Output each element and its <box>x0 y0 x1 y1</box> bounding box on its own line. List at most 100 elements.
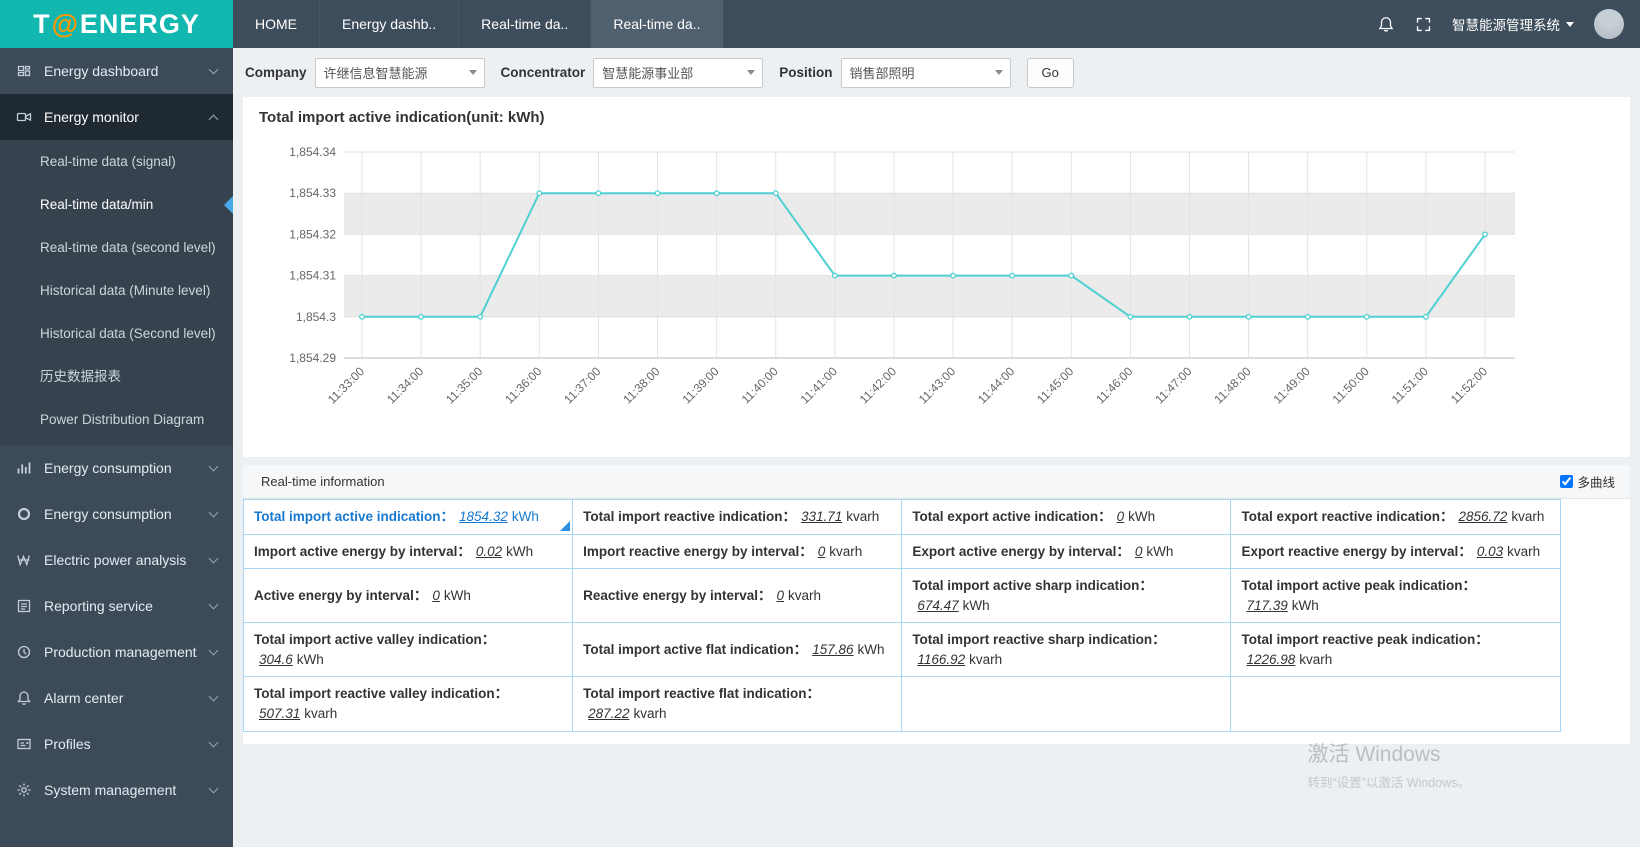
sidebar-item-energy-dashboard[interactable]: Energy dashboard <box>0 48 233 94</box>
sidebar-item-energy-consumption[interactable]: Energy consumption <box>0 491 233 537</box>
metric-cell-total-import-active-sharp-indication[interactable]: Total import active sharp indication： 674… <box>901 568 1232 624</box>
tab-0-home[interactable]: HOME <box>233 0 320 48</box>
metric-cell-total-import-active-flat-indication[interactable]: Total import active flat indication： 157.… <box>572 622 903 678</box>
metric-cell-import-reactive-energy-by-interval[interactable]: Import reactive energy by interval： 0 kvar… <box>572 533 903 570</box>
sidebar-subitem-real-time-data-second-level[interactable]: Real-time data (second level) <box>0 226 233 269</box>
chart-card: Total import active indication(unit: kWh… <box>243 97 1630 457</box>
metric-cell-total-import-reactive-indication[interactable]: Total import reactive indication： 331.71 k… <box>572 499 903 535</box>
sidebar-subitem-label: Historical data (Second level) <box>40 326 216 341</box>
sidebar-item-production-management[interactable]: Production management <box>0 629 233 675</box>
multi-curve-checkbox[interactable] <box>1560 475 1574 488</box>
metric-value[interactable]: 0 <box>1135 544 1143 559</box>
metric-unit: kvarh <box>969 651 1003 667</box>
metric-cell-import-active-energy-by-interval[interactable]: Import active energy by interval： 0.02 kWh <box>242 533 574 570</box>
realtime-table: Total import active indication： 1854.32 kW… <box>242 499 1561 732</box>
avatar[interactable] <box>1594 9 1624 39</box>
metric-value[interactable]: 0 <box>818 544 826 559</box>
realtime-info-card: Real-time information 多曲线 Total import a… <box>242 465 1630 744</box>
sidebar-subitem-power-distribution-diagram[interactable]: Power Distribution Diagram <box>0 398 233 441</box>
svg-text:11:44:00: 11:44:00 <box>975 364 1018 407</box>
fullscreen-icon[interactable] <box>1415 16 1432 33</box>
metric-unit: kvarh <box>1511 509 1545 524</box>
bell-icon[interactable] <box>1377 15 1395 33</box>
metric-cell-total-import-reactive-valley-indication[interactable]: Total import reactive valley indication：… <box>242 676 574 732</box>
metric-cell-total-import-active-indication[interactable]: Total import active indication： 1854.32 kW… <box>242 499 574 535</box>
svg-text:11:43:00: 11:43:00 <box>916 364 959 407</box>
metric-label: Export active energy by interval： <box>912 543 1130 559</box>
go-button[interactable]: Go <box>1026 57 1074 88</box>
metric-cell-total-import-reactive-sharp-indication[interactable]: Total import reactive sharp indication： 1… <box>901 622 1232 678</box>
svg-text:11:36:00: 11:36:00 <box>502 364 545 407</box>
metric-cell-total-import-reactive-flat-indication[interactable]: Total import reactive flat indication： 28… <box>572 676 903 732</box>
metric-value[interactable]: 331.71 <box>801 509 842 524</box>
svg-text:11:52:00: 11:52:00 <box>1448 364 1491 407</box>
metric-label: Total import reactive indication： <box>583 509 796 524</box>
metric-cell-reactive-energy-by-interval[interactable]: Reactive energy by interval： 0 kvarh <box>572 568 903 624</box>
svg-text:1,854.32: 1,854.32 <box>289 227 336 241</box>
sidebar-subitem-real-time-data-signal[interactable]: Real-time data (signal) <box>0 140 233 183</box>
app-window: T @ ENERGY HOME Energy dashb.. Real-time da.… <box>0 0 1640 847</box>
sidebar-item-energy-monitor[interactable]: Energy monitor <box>0 94 233 140</box>
metric-unit: kWh <box>443 587 471 603</box>
multi-curve-toggle[interactable]: 多曲线 <box>1560 472 1615 491</box>
metric-cell-total-export-active-indication[interactable]: Total export active indication： 0 kWh <box>901 499 1232 535</box>
metric-value[interactable]: 674.47 <box>917 598 958 613</box>
metric-value[interactable]: 0 <box>1117 509 1125 524</box>
metric-value[interactable]: 0.02 <box>476 544 502 559</box>
metric-cell-export-reactive-energy-by-interval[interactable]: Export reactive energy by interval： 0.03 k… <box>1230 533 1561 570</box>
concentrator-select-value: 智慧能源事业部 <box>602 66 694 81</box>
metric-cell-total-import-active-peak-indication[interactable]: Total import active peak indication： 717.… <box>1230 568 1561 624</box>
metric-label: Reactive energy by interval： <box>583 587 772 603</box>
metric-cell-active-energy-by-interval[interactable]: Active energy by interval： 0 kWh <box>242 568 574 624</box>
metric-cell-total-import-active-valley-indication[interactable]: Total import active valley indication： 30… <box>242 622 574 678</box>
metric-value[interactable]: 0 <box>777 588 785 603</box>
sidebar-item-reporting-service[interactable]: Reporting service <box>0 583 233 629</box>
tab-3-real-time-da[interactable]: Real-time da.. <box>591 0 724 48</box>
svg-text:1,854.34: 1,854.34 <box>289 145 336 159</box>
metric-cell-total-export-reactive-indication[interactable]: Total export reactive indication： 2856.72… <box>1230 499 1561 535</box>
svg-text:11:47:00: 11:47:00 <box>1152 364 1195 407</box>
svg-text:1,854.29: 1,854.29 <box>289 351 336 365</box>
metric-value[interactable]: 157.86 <box>812 642 853 657</box>
sidebar-subitem-label: Power Distribution Diagram <box>40 412 205 427</box>
svg-text:11:34:00: 11:34:00 <box>384 364 427 407</box>
metric-label: Total import active indication： <box>254 509 455 524</box>
metric-value[interactable]: 1166.92 <box>917 652 965 667</box>
company-select[interactable]: 许继信息智慧能源 <box>314 57 485 88</box>
metric-cell-export-active-energy-by-interval[interactable]: Export active energy by interval： 0 kWh <box>901 533 1232 570</box>
metric-value[interactable]: 0 <box>432 588 440 603</box>
sidebar-subitem-item[interactable]: 历史数据报表 <box>0 355 233 398</box>
metric-value[interactable]: 0.03 <box>1477 544 1503 559</box>
metric-value[interactable]: 507.31 <box>259 706 300 721</box>
metric-cell-total-import-reactive-peak-indication[interactable]: Total import reactive peak indication： 12… <box>1230 622 1561 678</box>
sidebar-item-alarm-center[interactable]: Alarm center <box>0 675 233 721</box>
sidebar-subitem-historical-data-minute-level[interactable]: Historical data (Minute level) <box>0 269 233 312</box>
metric-label: Total export reactive indication： <box>1241 509 1454 524</box>
brand-logo[interactable]: T @ ENERGY <box>0 0 233 48</box>
sidebar-subitem-real-time-data-min[interactable]: Real-time data/min <box>0 183 233 226</box>
concentrator-select[interactable]: 智慧能源事业部 <box>593 57 764 88</box>
tab-1-energy-dashb[interactable]: Energy dashb.. <box>320 0 460 48</box>
metric-value[interactable]: 304.6 <box>259 652 293 667</box>
sidebar-item-energy-consumption[interactable]: Energy consumption <box>0 445 233 491</box>
metric-value[interactable]: 717.39 <box>1246 598 1287 613</box>
sidebar-item-system-management[interactable]: System management <box>0 767 233 813</box>
svg-text:1,854.33: 1,854.33 <box>289 186 336 200</box>
tab-2-real-time-da[interactable]: Real-time da.. <box>459 0 592 48</box>
sidebar-subitem-historical-data-second-level[interactable]: Historical data (Second level) <box>0 312 233 355</box>
top-header: T @ ENERGY HOME Energy dashb.. Real-time da.… <box>0 0 1640 48</box>
metric-value[interactable]: 1854.32 <box>459 509 508 524</box>
company-select-value: 许继信息智慧能源 <box>323 66 428 81</box>
metric-label: Total import reactive valley indication： <box>254 686 509 702</box>
bar-chart-icon <box>16 460 44 476</box>
sidebar-item-electric-power-analysis[interactable]: Electric power analysis <box>0 537 233 583</box>
sidebar-item-profiles[interactable]: Profiles <box>0 721 233 767</box>
position-select[interactable]: 销售部照明 <box>840 57 1011 88</box>
metric-value[interactable]: 1226.98 <box>1246 652 1295 667</box>
metric-value[interactable]: 2856.72 <box>1459 509 1508 524</box>
svg-text:11:48:00: 11:48:00 <box>1211 364 1254 407</box>
system-menu[interactable]: 智慧能源管理系统 <box>1452 14 1574 34</box>
sidebar-item-label: Profiles <box>44 736 91 752</box>
metric-value[interactable]: 287.22 <box>588 706 629 721</box>
metric-label: Total import reactive peak indication： <box>1241 632 1489 648</box>
